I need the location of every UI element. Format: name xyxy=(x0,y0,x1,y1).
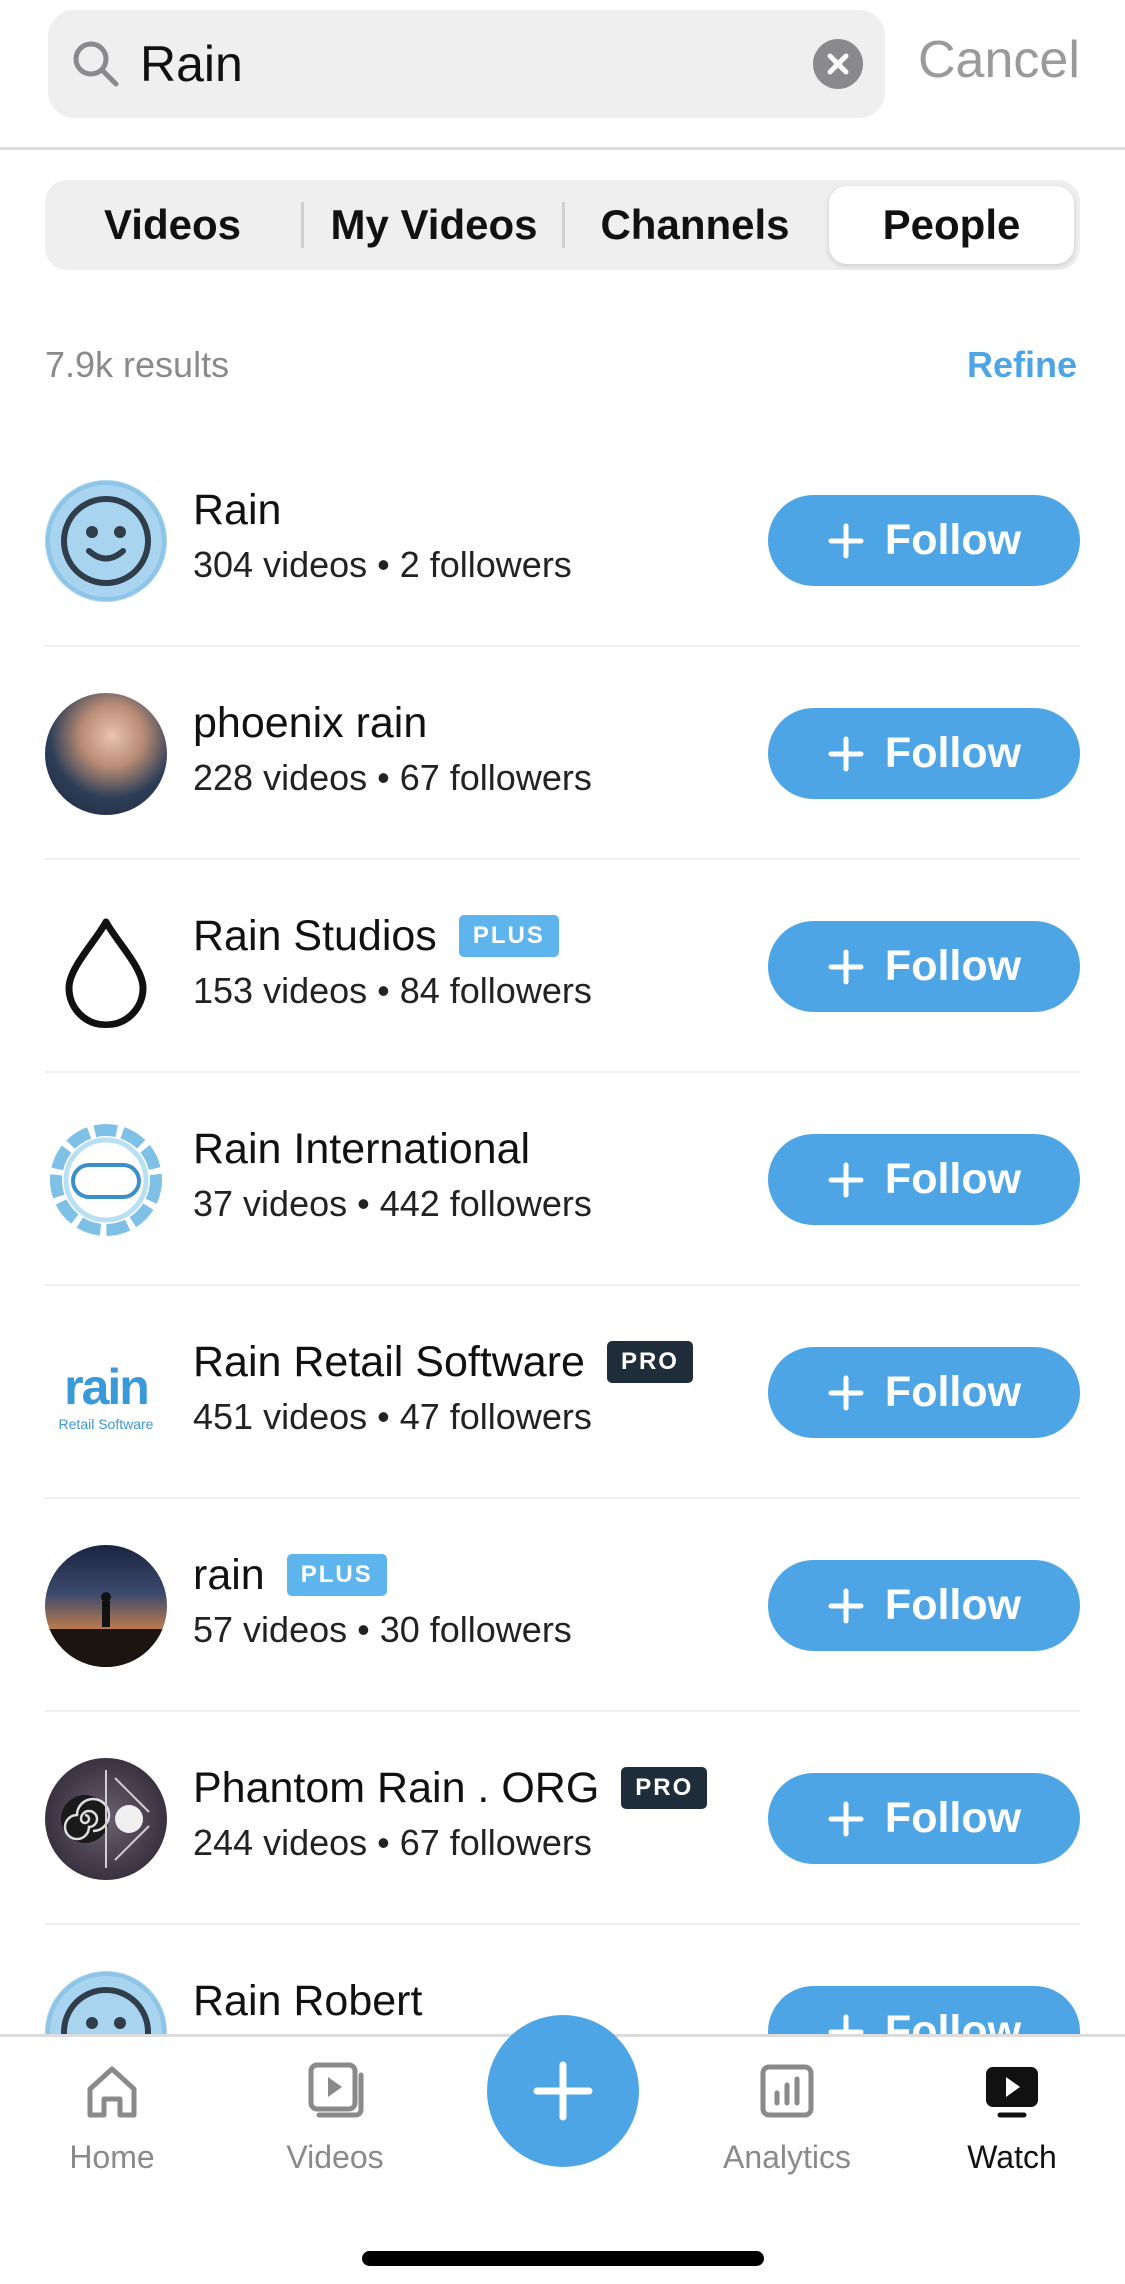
sunset-photo-avatar xyxy=(45,1545,167,1667)
user-name[interactable]: Rain xyxy=(193,486,281,535)
plus-badge: PLUS xyxy=(286,1554,387,1596)
follow-button[interactable]: Follow xyxy=(768,1560,1080,1651)
search-scope-tabs: Videos My Videos Channels People xyxy=(45,180,1080,270)
plus-icon xyxy=(828,1162,864,1197)
list-item[interactable]: Rain International 37 videos • 442 follo… xyxy=(45,1073,1080,1286)
user-name[interactable]: Rain Retail Software xyxy=(193,1338,585,1387)
user-name[interactable]: rain xyxy=(193,1551,265,1600)
nav-analytics[interactable]: Analytics xyxy=(702,2059,872,2176)
pro-badge: PRO xyxy=(606,1341,693,1383)
logo-subtext: Retail Software xyxy=(58,1416,154,1432)
list-item[interactable]: rain Retail Software Rain Retail Softwar… xyxy=(45,1286,1080,1499)
tab-my-videos[interactable]: My Videos xyxy=(305,180,563,270)
logo-wordmark: rain xyxy=(64,1359,150,1415)
refine-button[interactable]: Refine xyxy=(967,344,1077,386)
plus-icon xyxy=(828,1801,864,1836)
follow-label: Follow xyxy=(884,1581,1022,1629)
videos-icon xyxy=(308,2062,364,2118)
follow-label: Follow xyxy=(884,1155,1022,1203)
follow-button[interactable]: Follow xyxy=(768,1773,1080,1864)
list-item[interactable]: phoenix rain 228 videos • 67 followers F… xyxy=(45,647,1080,860)
tab-videos[interactable]: Videos xyxy=(45,180,300,270)
results-count: 7.9k results xyxy=(45,344,230,385)
user-name-line: Rain Studios PLUS xyxy=(193,908,559,964)
plus-badge: PLUS xyxy=(458,915,559,957)
plus-icon xyxy=(533,2061,593,2121)
nav-watch[interactable]: Watch xyxy=(927,2059,1097,2176)
follow-label: Follow xyxy=(884,516,1022,564)
list-item[interactable]: Rain 304 videos • 2 followers Follow xyxy=(45,434,1080,647)
nav-label: Home xyxy=(69,2139,155,2175)
user-stats: 153 videos • 84 followers xyxy=(193,970,592,1011)
search-bar[interactable]: Rain xyxy=(48,10,885,118)
home-indicator xyxy=(362,2251,764,2266)
home-icon xyxy=(87,2066,137,2118)
analytics-icon xyxy=(760,2064,814,2118)
list-item[interactable]: Rain Studios PLUS 153 videos • 84 follow… xyxy=(45,860,1080,1073)
plus-icon xyxy=(828,1588,864,1623)
tab-separator xyxy=(301,202,304,248)
user-name[interactable]: Rain Robert xyxy=(193,1977,422,2026)
list-item[interactable]: rain PLUS 57 videos • 30 followers Follo… xyxy=(45,1499,1080,1712)
plus-icon xyxy=(828,736,864,771)
user-stats: 228 videos • 67 followers xyxy=(193,757,592,798)
plus-icon xyxy=(828,1375,864,1410)
nav-label: Watch xyxy=(967,2139,1057,2175)
follow-label: Follow xyxy=(884,1368,1022,1416)
plus-icon xyxy=(828,949,864,984)
user-stats: 451 videos • 47 followers xyxy=(193,1396,592,1437)
user-name[interactable]: Rain Studios xyxy=(193,912,437,961)
user-name-line: Phantom Rain . ORG PRO xyxy=(193,1760,708,1816)
bottom-nav: Home Videos Analytics Watch xyxy=(0,2015,1125,2284)
nav-label: Analytics xyxy=(722,2139,852,2175)
follow-button[interactable]: Follow xyxy=(768,708,1080,799)
user-stats: 304 videos • 2 followers xyxy=(193,544,572,585)
cancel-button[interactable]: Cancel xyxy=(918,30,1080,90)
user-name-line: Rain xyxy=(193,482,281,538)
user-stats: 57 videos • 30 followers xyxy=(193,1609,572,1650)
follow-label: Follow xyxy=(884,1794,1022,1842)
follow-button[interactable]: Follow xyxy=(768,495,1080,586)
user-name-line: Rain International xyxy=(193,1121,530,1177)
follow-button[interactable]: Follow xyxy=(768,921,1080,1012)
create-button[interactable] xyxy=(487,2015,639,2167)
user-name[interactable]: Rain International xyxy=(193,1125,530,1174)
user-name-line: phoenix rain xyxy=(193,695,427,751)
tab-people[interactable]: People xyxy=(829,186,1074,264)
plus-icon xyxy=(828,523,864,558)
header-divider xyxy=(0,147,1125,150)
tab-channels[interactable]: Channels xyxy=(565,180,825,270)
raindrop-avatar-icon xyxy=(45,906,167,1028)
search-icon xyxy=(73,41,119,87)
close-icon xyxy=(827,53,849,75)
baby-photo-avatar xyxy=(45,693,167,815)
water-ring-logo xyxy=(45,1119,167,1241)
smiley-avatar-icon xyxy=(45,480,167,602)
user-name[interactable]: phoenix rain xyxy=(193,699,427,748)
clear-search-button[interactable] xyxy=(813,39,863,89)
rain-retail-logo: rain Retail Software xyxy=(45,1332,167,1454)
follow-button[interactable]: Follow xyxy=(768,1134,1080,1225)
list-item[interactable]: Phantom Rain . ORG PRO 244 videos • 67 f… xyxy=(45,1712,1080,1925)
phantom-spiral-logo xyxy=(45,1758,167,1880)
follow-button[interactable]: Follow xyxy=(768,1347,1080,1438)
pro-badge: PRO xyxy=(621,1767,708,1809)
follow-label: Follow xyxy=(884,942,1022,990)
user-name[interactable]: Phantom Rain . ORG xyxy=(193,1764,599,1813)
user-name-line: rain PLUS xyxy=(193,1547,387,1603)
user-name-line: Rain Robert xyxy=(193,1973,422,2029)
nav-label: Videos xyxy=(286,2139,384,2175)
user-stats: 244 videos • 67 followers xyxy=(193,1822,592,1863)
user-stats: 37 videos • 442 followers xyxy=(193,1183,592,1224)
follow-label: Follow xyxy=(884,729,1022,777)
search-input[interactable]: Rain xyxy=(140,36,243,92)
user-name-line: Rain Retail Software PRO xyxy=(193,1334,693,1390)
watch-icon xyxy=(986,2067,1038,2118)
nav-videos[interactable]: Videos xyxy=(250,2059,420,2176)
nav-home[interactable]: Home xyxy=(27,2059,197,2176)
